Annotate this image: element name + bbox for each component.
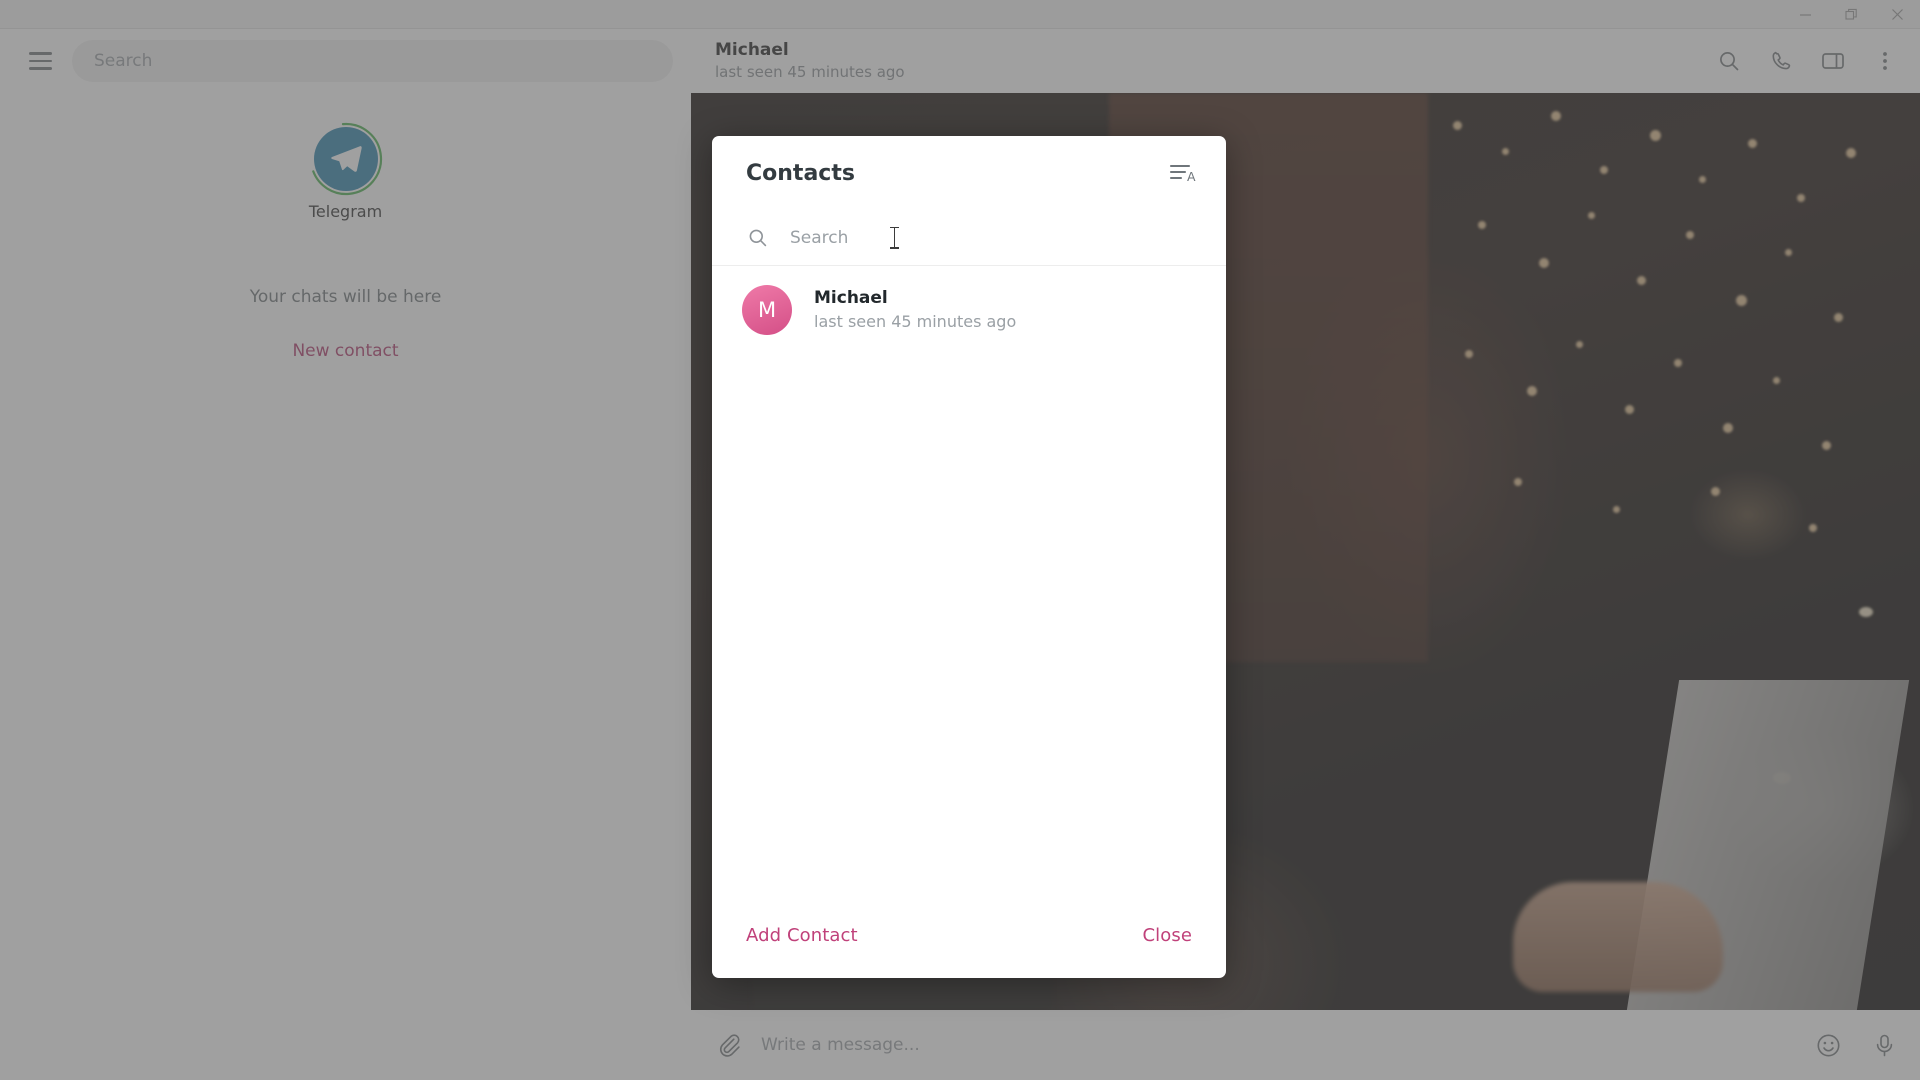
contacts-dialog: Contacts A Search M Michael last seen 45… bbox=[712, 136, 1226, 978]
svg-text:A: A bbox=[1187, 169, 1196, 184]
close-button[interactable]: Close bbox=[1142, 925, 1192, 946]
add-contact-button[interactable]: Add Contact bbox=[746, 925, 858, 946]
contacts-list: M Michael last seen 45 minutes ago bbox=[712, 266, 1226, 892]
text-cursor-icon bbox=[890, 226, 900, 249]
contact-status: last seen 45 minutes ago bbox=[814, 311, 1017, 331]
avatar: M bbox=[742, 285, 792, 335]
contacts-search-field[interactable]: Search bbox=[712, 210, 1226, 266]
search-icon bbox=[746, 226, 770, 250]
list-item[interactable]: M Michael last seen 45 minutes ago bbox=[712, 274, 1226, 346]
contact-name: Michael bbox=[814, 287, 888, 308]
sort-alphabetical-icon[interactable]: A bbox=[1164, 153, 1204, 193]
contacts-dialog-header: Contacts A bbox=[712, 136, 1226, 210]
contact-texts: Michael last seen 45 minutes ago bbox=[814, 287, 1016, 333]
contacts-dialog-footer: Add Contact Close bbox=[712, 892, 1226, 978]
contacts-search-placeholder: Search bbox=[790, 227, 849, 248]
page-title: Contacts bbox=[746, 160, 855, 186]
avatar-initial: M bbox=[757, 298, 777, 322]
